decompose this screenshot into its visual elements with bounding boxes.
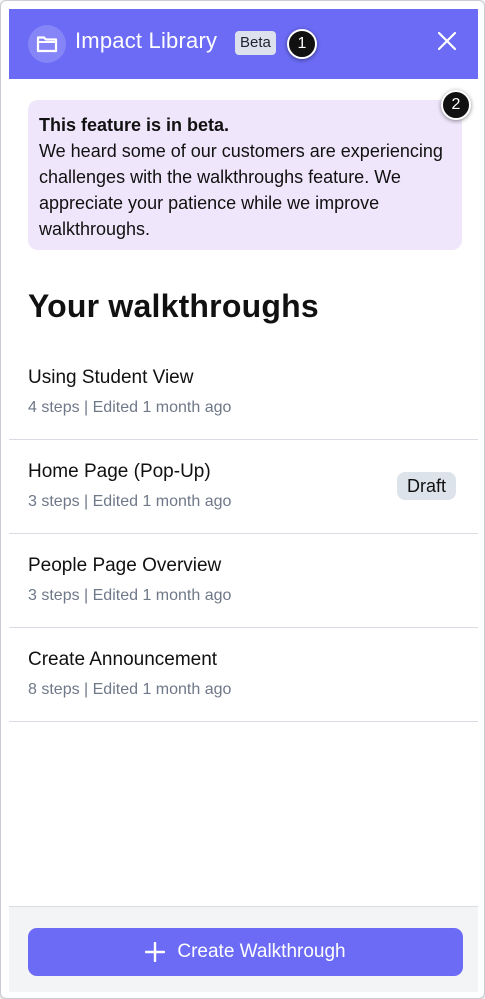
panel-title: Impact Library xyxy=(75,28,218,53)
walkthrough-meta: 3 steps | Edited 1 month ago xyxy=(28,587,232,604)
callout-marker-1: 1 xyxy=(287,29,317,59)
walkthrough-meta: 4 steps | Edited 1 month ago xyxy=(28,399,232,416)
walkthrough-item[interactable]: Create Announcement 8 steps | Edited 1 m… xyxy=(9,628,478,722)
walkthrough-title: Create Announcement xyxy=(28,649,218,670)
walkthrough-item[interactable]: People Page Overview 3 steps | Edited 1 … xyxy=(9,534,478,628)
walkthrough-list: Using Student View 4 steps | Edited 1 mo… xyxy=(9,346,478,722)
beta-notice-body: We heard some of our customers are exper… xyxy=(39,141,443,239)
folder-icon xyxy=(28,25,66,63)
walkthrough-title: Home Page (Pop-Up) xyxy=(28,461,211,482)
close-icon xyxy=(437,31,457,51)
callout-marker-2: 2 xyxy=(441,90,471,120)
panel-footer: Create Walkthrough xyxy=(9,906,478,992)
close-button[interactable] xyxy=(433,27,461,55)
beta-notice-title: This feature is in beta. xyxy=(39,115,230,135)
beta-notice: This feature is in beta. We heard some o… xyxy=(28,100,462,250)
walkthrough-meta: 8 steps | Edited 1 month ago xyxy=(28,681,232,698)
panel-header: Impact Library Beta xyxy=(9,9,478,79)
create-walkthrough-button[interactable]: Create Walkthrough xyxy=(28,928,463,976)
draft-badge: Draft xyxy=(397,472,457,500)
create-walkthrough-label: Create Walkthrough xyxy=(177,941,346,962)
section-title: Your walkthroughs xyxy=(28,288,319,324)
walkthrough-title: Using Student View xyxy=(28,367,194,388)
walkthrough-item[interactable]: Using Student View 4 steps | Edited 1 mo… xyxy=(9,346,478,440)
walkthrough-meta: 3 steps | Edited 1 month ago xyxy=(28,493,232,510)
beta-badge: Beta xyxy=(235,31,276,55)
folder-icon-svg xyxy=(36,36,58,53)
impact-library-panel: Impact Library Beta 1 This feature is in… xyxy=(0,0,485,999)
walkthrough-title: People Page Overview xyxy=(28,555,222,576)
plus-icon xyxy=(145,942,166,962)
